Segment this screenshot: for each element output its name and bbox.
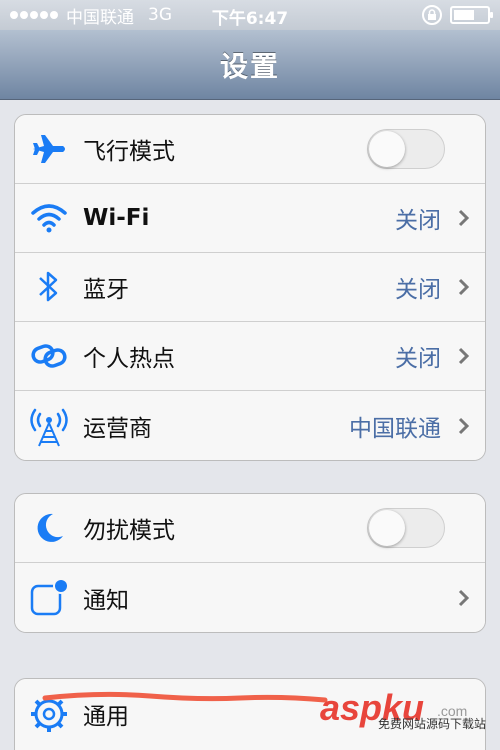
settings-row-value: 关闭 [395,277,441,303]
settings-row-label: Wi-Fi [83,205,150,231]
settings-row-value: 中国联通 [349,415,441,442]
settings-row-do-not-disturb[interactable]: 勿扰模式 [15,494,485,563]
battery-icon [450,6,493,24]
signal-strength-icon [10,11,58,19]
chevron-right-icon [449,346,479,366]
settings-group-connectivity: 飞行模式 Wi-Fi 关闭 蓝牙 关闭 个人热点 关闭 运营商 中国联通 [14,114,486,461]
chevron-right-icon [449,277,479,297]
do-not-disturb-toggle[interactable] [367,508,445,548]
carrier-name: 中国联通 [66,7,134,28]
settings-row-personal-hotspot[interactable]: 个人热点 关闭 [15,322,485,391]
page-title: 设置 [219,49,280,83]
settings-group-notifications: 勿扰模式 通知 [14,493,486,633]
settings-row-label: 个人热点 [83,346,175,372]
settings-row-value: 关闭 [395,208,441,234]
bluetooth-icon [15,267,83,307]
settings-row-label: 飞行模式 [83,139,175,165]
watermark-tagline: 免费网站源码下载站 [377,717,486,731]
navigation-bar: 设置 [0,30,500,100]
moon-icon [15,510,83,546]
settings-row-notifications[interactable]: 通知 [15,563,485,632]
settings-row-airplane-mode[interactable]: 飞行模式 [15,115,485,184]
wifi-icon [15,201,83,235]
annotation-scribble [42,691,328,703]
carrier-antenna-icon [15,404,83,448]
chevron-right-icon [449,416,479,436]
notification-icon [15,577,83,619]
airplane-icon [15,129,83,169]
settings-row-label: 勿扰模式 [83,518,175,544]
settings-row-label: 运营商 [83,415,152,442]
airplane-mode-toggle[interactable] [367,129,445,169]
settings-row-label: 蓝牙 [83,277,129,303]
watermark: aspku .com 免费网站源码下载站 [312,688,492,734]
hotspot-icon [15,339,83,373]
rotation-lock-icon [422,5,442,25]
settings-row-wifi[interactable]: Wi-Fi 关闭 [15,184,485,253]
settings-row-carrier[interactable]: 运营商 中国联通 [15,391,485,460]
status-bar: 中国联通 3G 下午6:47 [0,0,500,30]
chevron-right-icon [449,208,479,228]
settings-row-bluetooth[interactable]: 蓝牙 关闭 [15,253,485,322]
chevron-right-icon [449,588,479,608]
settings-row-value: 关闭 [395,346,441,372]
network-type: 3G [148,5,172,25]
settings-row-label: 通知 [83,587,129,614]
